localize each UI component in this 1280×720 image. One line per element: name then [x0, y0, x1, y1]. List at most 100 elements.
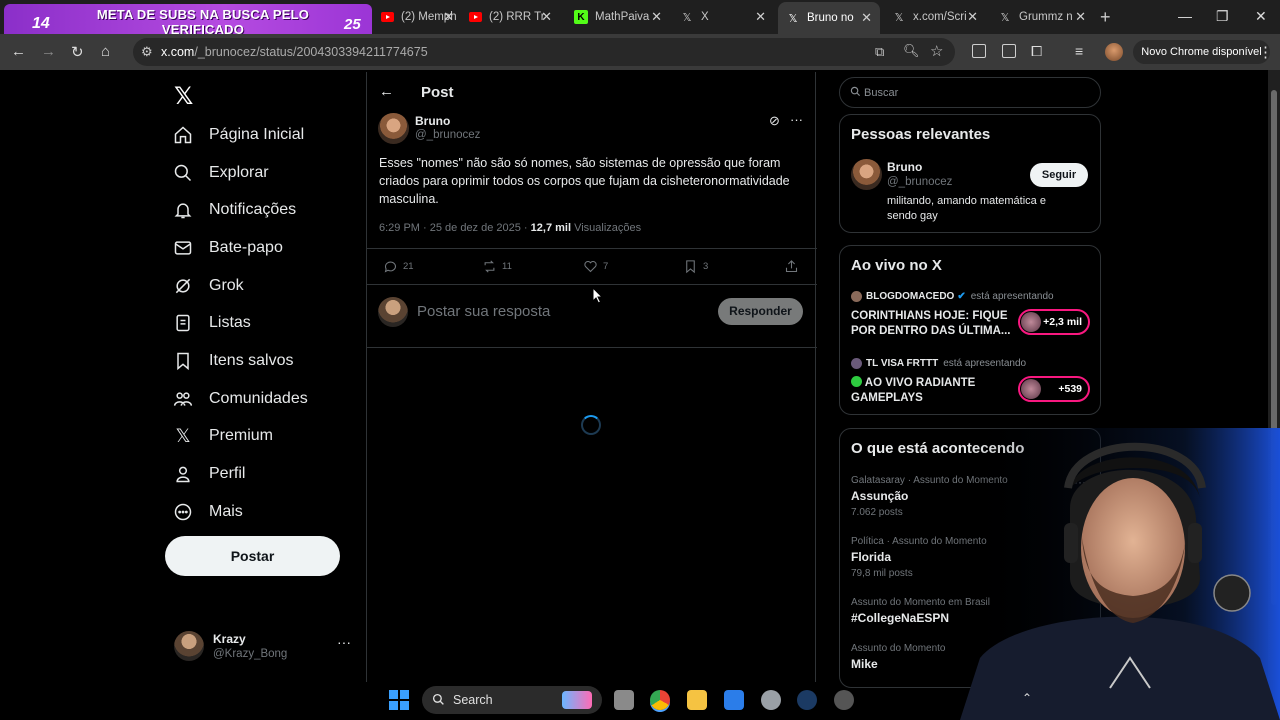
- new-tab-button[interactable]: +: [1100, 7, 1111, 28]
- update-chrome-button[interactable]: Novo Chrome disponível: [1133, 40, 1270, 64]
- trend-name: Mike: [851, 657, 878, 671]
- account-switcher[interactable]: Krazy @Krazy_Bong ···: [174, 628, 354, 664]
- sidebar-item-lists[interactable]: Listas: [172, 308, 251, 338]
- zoom-icon[interactable]: 🔍︎: [903, 43, 920, 59]
- live-title[interactable]: AO VIVO RADIANTE GAMEPLAYS: [851, 376, 1011, 406]
- browser-toolbar: ← → ↻ ⌂ ⚙ x.com/_brunocez/status/2004303…: [0, 34, 1280, 70]
- extensions-puzzle-icon[interactable]: ⧠: [1031, 43, 1042, 60]
- tab-youtube-memph[interactable]: (2) Memph ✕: [372, 4, 462, 30]
- sidebar-item-home[interactable]: Página Inicial: [172, 120, 304, 150]
- like-action[interactable]: 7: [583, 259, 608, 274]
- site-settings-icon[interactable]: ⚙: [141, 44, 153, 60]
- store-icon[interactable]: [724, 690, 744, 710]
- sidebar-item-label: Premium: [209, 427, 274, 444]
- sidebar-item-chat[interactable]: Bate-papo: [172, 233, 283, 263]
- person-name[interactable]: Bruno: [887, 160, 922, 174]
- close-tab-icon[interactable]: ✕: [861, 10, 872, 26]
- sidebar-item-premium[interactable]: 𝕏 Premium: [172, 421, 273, 451]
- close-tab-icon[interactable]: ✕: [755, 9, 766, 25]
- heart-icon: [584, 260, 597, 273]
- repost-action[interactable]: 11: [482, 259, 512, 274]
- sidebar-item-communities[interactable]: Comunidades: [172, 384, 308, 414]
- extension-icon[interactable]: [1002, 44, 1016, 58]
- sidebar-item-more[interactable]: Mais: [172, 497, 243, 527]
- sidebar-item-bookmarks[interactable]: Itens salvos: [172, 346, 293, 376]
- maximize-button[interactable]: ❐: [1216, 8, 1229, 25]
- profile-avatar[interactable]: [1105, 43, 1123, 61]
- listener-count: +539: [1058, 383, 1082, 395]
- forward-arrow-icon[interactable]: →: [41, 43, 56, 60]
- person-handle[interactable]: @_brunocez: [887, 176, 952, 188]
- close-tab-icon[interactable]: ✕: [1075, 9, 1086, 25]
- more-dots-icon[interactable]: ···: [337, 634, 351, 650]
- search-box[interactable]: [839, 77, 1101, 108]
- close-tab-icon[interactable]: ✕: [541, 9, 552, 25]
- live-title[interactable]: CORINTHIANS HOJE: FIQUE POR DENTRO DAS Ú…: [851, 309, 1011, 339]
- bookmark-star-icon[interactable]: ☆: [930, 42, 943, 60]
- reload-icon[interactable]: ↻: [71, 43, 84, 61]
- close-tab-icon[interactable]: ✕: [443, 9, 454, 25]
- follow-button[interactable]: Seguir: [1030, 163, 1088, 187]
- post-button[interactable]: Postar: [165, 536, 340, 576]
- host-status: está apresentando: [970, 291, 1054, 302]
- sidebar-item-grok[interactable]: Grok: [172, 271, 244, 301]
- avatar[interactable]: [851, 159, 882, 190]
- mouse-cursor-icon: [592, 287, 604, 304]
- address-bar[interactable]: ⚙ x.com/_brunocez/status/200430339421177…: [133, 38, 955, 66]
- tab-x[interactable]: 𝕏 X ✕: [672, 4, 774, 30]
- listener-count-badge[interactable]: +539: [1018, 376, 1090, 402]
- reply-action[interactable]: 21: [383, 259, 414, 274]
- author-name[interactable]: Bruno: [415, 114, 450, 128]
- author-handle[interactable]: @_brunocez: [415, 129, 480, 141]
- reply-input[interactable]: Postar sua resposta: [417, 303, 550, 320]
- taskbar-search[interactable]: Search: [422, 686, 602, 714]
- close-tab-icon[interactable]: ✕: [651, 9, 662, 25]
- listener-count-badge[interactable]: +2,3 mil: [1018, 309, 1090, 335]
- tab-x-scri[interactable]: 𝕏 x.com/Scri ✕: [884, 4, 986, 30]
- sidebar-item-label: Comunidades: [209, 390, 308, 407]
- person-bio: militando, amando matemática e sendo gay: [887, 195, 1046, 222]
- tab-grummz[interactable]: 𝕏 Grummz n ✕: [990, 4, 1094, 30]
- sidebar-item-explore[interactable]: Explorar: [172, 158, 269, 188]
- grok-icon[interactable]: ⊘: [769, 113, 780, 129]
- tab-bruno-active[interactable]: 𝕏 Bruno no ✕: [778, 2, 880, 34]
- bookmark-action[interactable]: 3: [683, 259, 708, 274]
- file-explorer-icon[interactable]: [687, 690, 707, 710]
- avatar: [1021, 312, 1041, 332]
- chrome-taskbar-icon[interactable]: [650, 690, 670, 710]
- settings-gear-icon[interactable]: [761, 690, 781, 710]
- windows-start-icon[interactable]: [389, 690, 409, 710]
- post-timestamp[interactable]: 6:29 PM · 25 de dez de 2025 ·: [379, 222, 528, 234]
- home-icon[interactable]: ⌂: [101, 43, 110, 60]
- tab-kick-mathpaiva[interactable]: K MathPaiva ✕: [566, 4, 670, 30]
- x-logo-icon[interactable]: 𝕏: [174, 82, 193, 110]
- close-window-button[interactable]: ✕: [1255, 8, 1267, 25]
- post-column: ← Post Bruno @_brunocez ⊘ ··· Esses "nom…: [366, 72, 817, 682]
- back-arrow-icon[interactable]: ←: [379, 83, 394, 100]
- tab-youtube-rrr[interactable]: (2) RRR Tra ✕: [460, 4, 560, 30]
- share-action[interactable]: [784, 259, 804, 274]
- reply-button[interactable]: Responder: [718, 298, 803, 325]
- app-icon[interactable]: [834, 690, 854, 710]
- menu-kebab-icon[interactable]: ⋮: [1258, 43, 1273, 61]
- account-name: Krazy: [213, 632, 246, 646]
- task-view-icon[interactable]: [614, 690, 634, 710]
- close-tab-icon[interactable]: ✕: [967, 9, 978, 25]
- trend-item[interactable]: Assunto do Momento Mike: [851, 643, 946, 671]
- steam-icon[interactable]: [797, 690, 817, 710]
- install-app-icon[interactable]: ⧉: [875, 44, 884, 60]
- sidebar-item-profile[interactable]: Perfil: [172, 459, 245, 489]
- avatar[interactable]: [378, 113, 409, 144]
- search-input[interactable]: [864, 84, 1084, 102]
- media-controls-icon[interactable]: ≡: [1075, 43, 1083, 59]
- back-arrow-icon[interactable]: ←: [11, 43, 26, 60]
- sidebar-item-notifications[interactable]: Notificações: [172, 195, 296, 225]
- more-dots-icon[interactable]: ···: [790, 112, 803, 127]
- extension-icon[interactable]: [972, 44, 986, 58]
- post-actions: 21 11 7 3: [367, 248, 817, 285]
- avatar: [1021, 379, 1041, 399]
- chevron-up-icon[interactable]: ⌃: [1022, 691, 1032, 705]
- card-title: Pessoas relevantes: [851, 126, 991, 143]
- repost-icon: [484, 260, 495, 273]
- minimize-button[interactable]: —: [1178, 8, 1192, 24]
